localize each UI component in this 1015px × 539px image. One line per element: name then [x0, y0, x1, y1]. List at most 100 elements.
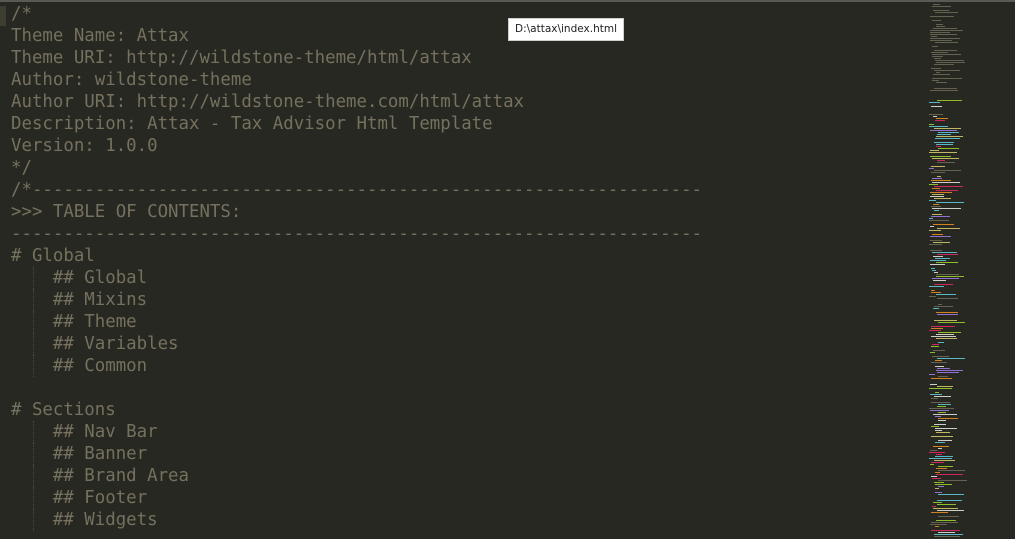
minimap-line	[930, 34, 957, 35]
minimap-line	[934, 50, 957, 51]
minimap-line	[934, 482, 944, 483]
minimap-line	[936, 62, 965, 63]
minimap-line	[929, 330, 941, 331]
minimap-line	[930, 40, 952, 41]
minimap-line	[936, 26, 945, 27]
minimap-line	[930, 90, 958, 91]
minimap-line	[938, 332, 961, 333]
minimap-line	[938, 448, 942, 449]
minimap-line	[930, 250, 942, 251]
minimap-line	[935, 416, 941, 417]
code-editor[interactable]: /* Theme Name: Attax Theme URI: http://wil…	[0, 2, 925, 539]
minimap-line	[938, 480, 967, 481]
minimap-line	[931, 530, 960, 531]
minimap-line	[932, 54, 961, 55]
minimap-line	[933, 350, 945, 351]
minimap-line	[933, 502, 942, 503]
minimap-line	[929, 296, 936, 297]
minimap-line	[929, 114, 943, 115]
minimap-line	[932, 20, 941, 21]
minimap-line	[930, 32, 950, 33]
minimap-line	[936, 334, 954, 335]
minimap-line	[929, 388, 952, 389]
minimap-line	[934, 88, 957, 89]
code-line-text: Author URI: http://wildstone-theme.com/h…	[11, 92, 525, 112]
minimap-line	[931, 336, 956, 337]
minimap-line	[935, 60, 964, 61]
code-line-text: ## Variables	[11, 334, 179, 354]
minimap-line	[931, 462, 944, 463]
minimap-line	[932, 6, 951, 7]
minimap-line	[931, 52, 948, 53]
minimap-line	[938, 322, 965, 323]
minimap-line	[935, 442, 945, 443]
minimap-line	[932, 188, 940, 189]
code-line: ## Theme	[11, 311, 702, 333]
minimap-line	[936, 294, 956, 295]
minimap-line	[930, 464, 934, 465]
minimap-line	[933, 28, 957, 29]
minimap-line	[935, 360, 942, 361]
minimap-line	[931, 362, 947, 363]
minimap-line	[931, 68, 941, 69]
minimap-line	[933, 242, 950, 243]
minimap[interactable]	[927, 2, 1015, 539]
code-line: Author URI: http://wildstone-theme.com/h…	[11, 91, 702, 113]
minimap-line	[931, 166, 945, 167]
code-line-text: # Sections	[11, 400, 116, 420]
minimap-line	[932, 182, 960, 183]
minimap-line	[931, 290, 935, 291]
minimap-line	[937, 510, 964, 511]
minimap-line	[938, 376, 948, 377]
minimap-line	[937, 386, 953, 387]
minimap-line	[936, 520, 956, 521]
minimap-line	[932, 270, 936, 271]
minimap-line	[936, 190, 958, 191]
minimap-line	[931, 326, 955, 327]
code-line-text: ## Common	[11, 356, 148, 376]
code-line-text: # Global	[11, 246, 95, 266]
minimap-line	[937, 176, 941, 177]
minimap-line	[936, 338, 957, 339]
minimap-line	[932, 208, 961, 209]
minimap-line	[935, 42, 958, 43]
code-line-text: ## Theme	[11, 312, 137, 332]
minimap-line	[932, 478, 941, 479]
minimap-line	[932, 194, 944, 195]
minimap-line	[930, 192, 952, 193]
minimap-line	[937, 254, 958, 255]
code-line: Version: 1.0.0	[11, 135, 702, 157]
minimap-line	[936, 144, 953, 145]
minimap-line	[930, 156, 951, 157]
minimap-line	[934, 424, 946, 425]
minimap-line	[934, 460, 955, 461]
minimap-line	[935, 492, 942, 493]
code-line: >>> TABLE OF CONTENTS:	[11, 201, 702, 223]
minimap-line	[929, 408, 954, 409]
minimap-line	[933, 116, 937, 117]
minimap-line	[929, 218, 933, 219]
code-line-text: */	[11, 158, 32, 178]
minimap-line	[935, 488, 939, 489]
minimap-line	[938, 132, 959, 133]
file-path-tooltip: D:\attax\index.html	[508, 18, 624, 41]
code-line: # Sections	[11, 399, 702, 421]
minimap-line	[936, 370, 963, 371]
code-line: ## Nav Bar	[11, 421, 702, 443]
minimap-line	[930, 16, 954, 17]
minimap-line	[931, 522, 958, 523]
minimap-line	[931, 292, 941, 293]
minimap-line	[938, 494, 964, 495]
minimap-line	[932, 46, 938, 47]
minimap-line	[934, 272, 938, 273]
minimap-line	[930, 450, 937, 451]
minimap-line	[933, 280, 946, 281]
minimap-line	[931, 268, 935, 269]
code-line-text: Description: Attax - Tax Advisor Html Te…	[11, 114, 493, 134]
minimap-line	[937, 160, 945, 161]
minimap-line	[934, 70, 960, 71]
minimap-line	[929, 102, 940, 103]
minimap-line	[937, 368, 950, 369]
minimap-line	[936, 454, 942, 455]
